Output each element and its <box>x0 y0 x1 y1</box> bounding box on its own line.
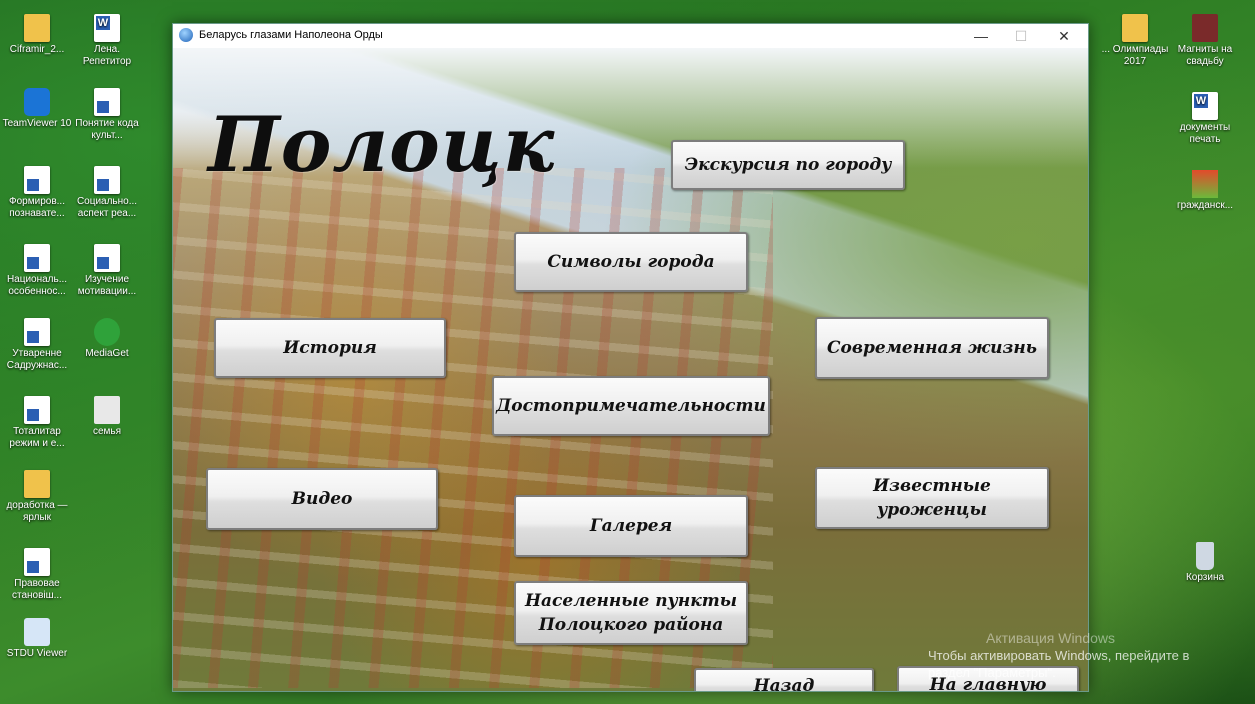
desktop-icon-label: TeamViewer 10 <box>2 118 72 129</box>
desktop-icon-label: Корзина <box>1185 572 1225 583</box>
desktop-icon-label: MediaGet <box>85 348 129 359</box>
modern-life-button[interactable]: Современная жизнь <box>815 317 1049 379</box>
back-button[interactable]: Назад <box>694 668 874 691</box>
settlements-button[interactable]: Населенные пункты Полоцкого района <box>514 581 748 645</box>
desktop-icon-label: Понятие кода культ... <box>75 118 139 141</box>
desktop-icon-ciframir[interactable]: Ciframir_2... <box>2 14 72 56</box>
document-icon <box>94 244 120 272</box>
desktop-icon-utvarenne[interactable]: Утваренне Садружнас... <box>2 318 72 372</box>
document-icon <box>94 88 120 116</box>
close-button[interactable]: ✕ <box>1046 24 1082 48</box>
desktop-icon-teamviewer[interactable]: TeamViewer 10 <box>2 88 72 130</box>
desktop-icon-recycle-bin[interactable]: Корзина <box>1170 542 1240 584</box>
settlements-label-line2: Полоцкого района <box>538 615 724 635</box>
watermark-line-3: раздел "Параметры". <box>928 665 1056 680</box>
document-icon <box>24 318 50 346</box>
video-button[interactable]: Видео <box>206 468 438 530</box>
desktop-icon-olimpiady[interactable]: ... Олимпиады 2017 <box>1100 14 1170 68</box>
desktop-icon-label: доработка — ярлык <box>6 500 68 523</box>
document-icon <box>24 244 50 272</box>
document-icon <box>24 396 50 424</box>
gallery-button[interactable]: Галерея <box>514 495 748 557</box>
teamviewer-icon <box>24 88 50 116</box>
desktop-icon-label: ... Олимпиады 2017 <box>1101 44 1169 67</box>
desktop-icon-mediaget[interactable]: MediaGet <box>72 318 142 360</box>
desktop-icon-label: Тоталитар режим и е... <box>9 426 65 449</box>
desktop-icon-stdu-viewer[interactable]: STDU Viewer <box>2 618 72 660</box>
windows-activation-watermark: Активация Windows Чтобы активировать Win… <box>928 630 1189 681</box>
desktop-icon-label: Правовае становіш... <box>11 578 62 601</box>
minimize-button[interactable]: — <box>963 24 999 48</box>
folder-shortcut-icon <box>24 470 50 498</box>
famous-natives-button[interactable]: Известные уроженцы <box>815 467 1049 529</box>
recycle-bin-icon <box>1196 542 1214 570</box>
watermark-line-1: Активация Windows <box>986 630 1116 646</box>
desktop-icon-label: Социально... аспект реа... <box>76 196 138 219</box>
desktop-icon-label: STDU Viewer <box>6 648 68 659</box>
desktop-icon-label: Утваренне Садружнас... <box>6 348 68 371</box>
stdu-viewer-icon <box>24 618 50 646</box>
desktop-icon-grazhdansk[interactable]: гражданск... <box>1170 170 1240 212</box>
desktop-icon-label: документы печать <box>1179 122 1231 145</box>
word-document-icon <box>94 14 120 42</box>
app-globe-icon <box>179 28 193 42</box>
settlements-label-line1: Населенные пункты <box>524 591 738 611</box>
document-icon <box>94 166 120 194</box>
desktop-icon-pravovae[interactable]: Правовае становіш... <box>2 548 72 602</box>
title-bar[interactable]: Беларусь глазами Наполеона Орды — ☐ ✕ <box>173 24 1088 48</box>
desktop-icon-label: Магниты на свадьбу <box>1177 44 1233 67</box>
watermark-line-2: Чтобы активировать Windows, перейдите в <box>928 648 1190 663</box>
excursion-button[interactable]: Экскурсия по городу <box>671 140 905 190</box>
city-symbols-button[interactable]: Символы города <box>514 232 748 292</box>
maximize-button[interactable]: ☐ <box>1003 24 1039 48</box>
desktop-icon-label: Лена. Репетитор <box>82 44 132 67</box>
polotsk-panorama-background: Полоцк Экскурсия по городу Символы город… <box>173 48 1088 691</box>
desktop-icon-izuchenie[interactable]: Изучение мотивации... <box>72 244 142 298</box>
book-icon <box>1192 14 1218 42</box>
image-file-icon <box>94 396 120 424</box>
desktop-icon-label: Ciframir_2... <box>9 44 65 55</box>
sights-button[interactable]: Достопримечательности <box>492 376 770 436</box>
desktop-icon-dorabotka[interactable]: доработка — ярлык <box>2 470 72 524</box>
desktop-icon-label: семья <box>92 426 122 437</box>
image-file-icon <box>1192 170 1218 198</box>
desktop-icon-socialno[interactable]: Социально... аспект реа... <box>72 166 142 220</box>
desktop-icon-magnity[interactable]: Магниты на свадьбу <box>1170 14 1240 68</box>
desktop-icon-dokumenty[interactable]: документы печать <box>1170 92 1240 146</box>
page-title: Полоцк <box>208 100 556 189</box>
desktop-icon-ponyatie[interactable]: Понятие кода культ... <box>72 88 142 142</box>
desktop-icon-formirov[interactable]: Формиров... познавате... <box>2 166 72 220</box>
folder-image-icon <box>24 14 50 42</box>
window-title: Беларусь глазами Наполеона Орды <box>199 29 383 41</box>
mediaget-icon <box>94 318 120 346</box>
desktop-icon-label: Формиров... познавате... <box>9 196 65 219</box>
desktop-icon-label: гражданск... <box>1176 200 1234 211</box>
app-window: Беларусь глазами Наполеона Орды — ☐ ✕ По… <box>172 23 1089 692</box>
document-icon <box>24 548 50 576</box>
folder-icon <box>1122 14 1148 42</box>
word-document-icon <box>1192 92 1218 120</box>
desktop-icon-semya[interactable]: семья <box>72 396 142 438</box>
desktop-icon-label: Изучение мотивации... <box>77 274 137 297</box>
document-icon <box>24 166 50 194</box>
history-button[interactable]: История <box>214 318 446 378</box>
desktop-icon-lena-repetitor[interactable]: Лена. Репетитор <box>72 14 142 68</box>
desktop-icon-nacional[interactable]: Националь... особеннос... <box>2 244 72 298</box>
desktop-icon-label: Националь... особеннос... <box>6 274 68 297</box>
desktop-icon-totalitar[interactable]: Тоталитар режим и е... <box>2 396 72 450</box>
